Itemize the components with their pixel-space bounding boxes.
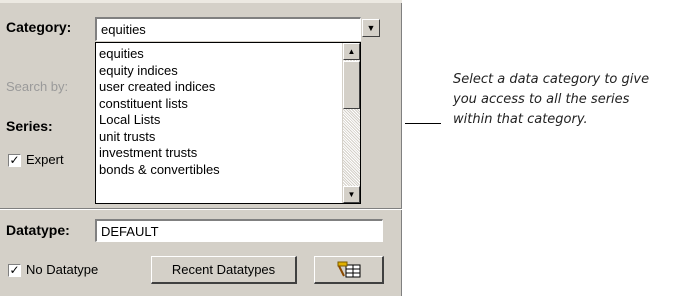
- category-value: equities: [101, 22, 146, 37]
- datatype-value: DEFAULT: [101, 224, 159, 239]
- checkmark-icon: ✓: [9, 153, 20, 167]
- callout-leader-line: [405, 123, 441, 124]
- datatype-picker-icon: [332, 261, 366, 284]
- series-label: Series:: [6, 118, 53, 134]
- category-option[interactable]: Local Lists: [99, 112, 220, 129]
- datastream-panel: Category: equities ▼ Search by: Series: …: [0, 0, 402, 296]
- scroll-up-icon: ▲: [347, 47, 356, 56]
- category-option[interactable]: investment trusts: [99, 145, 220, 162]
- scroll-up-button[interactable]: ▲: [343, 43, 360, 60]
- datatype-label: Datatype:: [6, 222, 70, 238]
- no-datatype-label: No Datatype: [26, 262, 99, 277]
- datatype-picker-button[interactable]: [314, 256, 384, 284]
- category-option[interactable]: equity indices: [99, 63, 220, 80]
- dropdown-scrollbar[interactable]: ▲ ▼: [342, 43, 360, 203]
- category-options: equities equity indices user created ind…: [99, 46, 220, 178]
- expert-checkbox[interactable]: ✓: [8, 154, 21, 167]
- datatype-input[interactable]: DEFAULT: [95, 219, 383, 242]
- category-option[interactable]: unit trusts: [99, 129, 220, 146]
- category-option[interactable]: constituent lists: [99, 96, 220, 113]
- category-option[interactable]: bonds & convertibles: [99, 162, 220, 179]
- divider-highlight: [0, 209, 402, 210]
- no-datatype-checkbox[interactable]: ✓: [8, 264, 21, 277]
- scroll-down-button[interactable]: ▼: [343, 186, 360, 203]
- recent-datatypes-button[interactable]: Recent Datatypes: [151, 256, 297, 284]
- chevron-down-icon: ▼: [366, 23, 376, 33]
- scroll-thumb[interactable]: [343, 61, 360, 109]
- category-dropdown-button[interactable]: ▼: [362, 19, 380, 37]
- scroll-down-icon: ▼: [347, 190, 356, 199]
- expert-label: Expert: [26, 152, 64, 167]
- search-by-label: Search by:: [6, 79, 69, 94]
- recent-datatypes-label: Recent Datatypes: [171, 262, 276, 277]
- category-dropdown-list[interactable]: equities equity indices user created ind…: [95, 42, 361, 204]
- top-edge: [0, 0, 402, 3]
- category-label: Category:: [6, 19, 72, 35]
- checkmark-icon: ✓: [9, 263, 20, 277]
- category-combobox[interactable]: equities: [95, 17, 361, 41]
- category-option[interactable]: equities: [99, 46, 220, 63]
- category-option[interactable]: user created indices: [99, 79, 220, 96]
- callout-text: Select a data category to give you acces…: [453, 72, 650, 127]
